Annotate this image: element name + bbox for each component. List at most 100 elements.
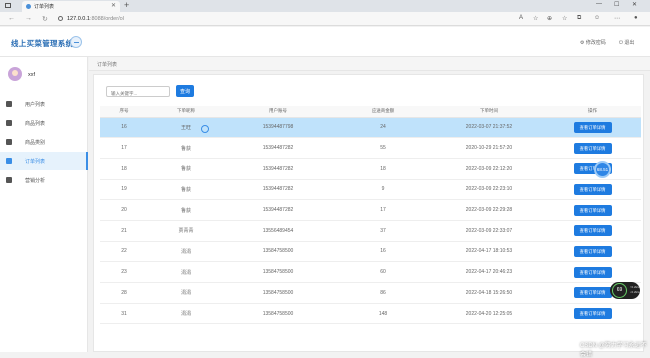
view-order-details-button[interactable]: 查看订单详情 xyxy=(573,142,612,154)
floating-badge[interactable]: 68.51 xyxy=(594,161,611,178)
view-order-details-button[interactable]: 查看订单详情 xyxy=(573,287,612,299)
table-row[interactable]: 16 王旺 15394487798 24 2022-03-07 21:37:52 查看订单… xyxy=(100,117,641,139)
read-aloud-icon[interactable]: A xyxy=(519,15,523,21)
action-cell: 查看订单详情 xyxy=(544,158,641,180)
sidebar-item-analytics[interactable]: 营销分析 xyxy=(0,171,88,189)
order-time: 2022-03-09 22:29:28 xyxy=(434,199,544,221)
order-account: 13584758500 xyxy=(224,303,332,325)
file-icon xyxy=(6,158,12,164)
order-account: 13584758500 xyxy=(224,261,332,283)
order-nickname: 涓涓 xyxy=(148,241,224,263)
collapse-menu-button[interactable] xyxy=(70,36,82,48)
sidebar: xxf 用户列表 商品列表 商品类别 订单列表 营销分析 xyxy=(0,57,88,352)
site-info-icon[interactable] xyxy=(58,16,63,21)
app-header: 线上买菜管理系统 ⚙ 修改密码 ⏻ 退出 xyxy=(0,27,650,57)
table-row[interactable]: 23 涓涓 13584758500 60 2022-04-17 20:46:23 查看订单… xyxy=(100,261,641,283)
order-index: 22 xyxy=(100,241,148,263)
favorites-icon[interactable]: ☆ xyxy=(562,15,567,22)
change-password-link[interactable]: ⚙ 修改密码 xyxy=(580,39,606,46)
sidebar-item-orders[interactable]: 订单列表 xyxy=(0,152,88,170)
header-index: 序号 xyxy=(100,106,148,118)
table-row[interactable]: 18 鲁荻 15394487282 18 2022-03-09 22:12:20 查看订单… xyxy=(100,158,641,180)
view-order-details-button[interactable]: 查看订单详情 xyxy=(573,225,612,237)
table-row[interactable]: 28 涓涓 13584758500 86 2022-04-18 15:26:50 查看订单… xyxy=(100,282,641,304)
order-account: 13556489454 xyxy=(224,220,332,242)
table-row[interactable]: 22 涓涓 13584758500 16 2022-04-17 18:10:53 查看订单… xyxy=(100,241,641,263)
order-index: 18 xyxy=(100,158,148,180)
close-window-icon[interactable]: ✕ xyxy=(632,1,637,8)
table-row[interactable]: 21 贾青青 13556489454 37 2022-03-09 22:33:07 查看订… xyxy=(100,220,641,242)
table-row[interactable]: 20 鲁荻 15394487282 17 2022-03-09 22:29:28 查看订单… xyxy=(100,199,641,221)
sidebar-item-label: 商品类别 xyxy=(25,140,46,146)
view-order-details-button[interactable]: 查看订单详情 xyxy=(573,183,612,195)
table-header-row: 序号 下单昵称 用户账号 应送商金额 下单时间 操作 xyxy=(100,106,641,118)
copilot-icon[interactable]: ● xyxy=(634,15,638,21)
order-nickname: 涓涓 xyxy=(148,261,224,283)
sidebar-item-users[interactable]: 用户列表 xyxy=(0,95,88,113)
sidebar-item-categories[interactable]: 商品类别 xyxy=(0,133,88,151)
reader-icon[interactable]: ☆ xyxy=(533,15,538,22)
back-icon[interactable]: ← xyxy=(8,15,15,22)
order-account: 15394487282 xyxy=(224,199,332,221)
order-account: 13584758500 xyxy=(224,282,332,304)
chart-icon xyxy=(6,177,12,183)
forward-icon[interactable]: → xyxy=(25,15,32,22)
order-nickname: 鲁荻 xyxy=(148,137,224,159)
order-time: 2022-04-20 12:25:05 xyxy=(434,303,544,325)
url-field[interactable]: 127.0.0.1:8088/order/ol xyxy=(67,16,124,22)
tab-favicon-icon xyxy=(26,4,31,9)
tab-actions-icon[interactable] xyxy=(5,3,11,8)
breadcrumb-bar: 订单列表 xyxy=(89,57,650,71)
sidebar-item-products[interactable]: 商品列表 xyxy=(0,114,88,132)
logout-link[interactable]: ⏻ 退出 xyxy=(619,39,634,46)
search-input[interactable] xyxy=(106,86,170,97)
table-row[interactable]: 31 涓涓 13584758500 148 2022-04-20 12:25:05 查看订… xyxy=(100,303,641,325)
extensions-icon[interactable]: ⊕ xyxy=(547,15,552,22)
table-row[interactable]: 17 鲁荻 15394487282 55 2020-10-29 21:57:20 查看订单… xyxy=(100,137,641,159)
browser-tab-bar: 订单列表 ✕ + — ☐ ✕ xyxy=(0,0,650,12)
view-order-details-button[interactable]: 查看订单详情 xyxy=(573,266,612,278)
order-account: 15394487282 xyxy=(224,137,332,159)
order-nickname: 鲁荻 xyxy=(148,179,224,201)
order-index: 20 xyxy=(100,199,148,221)
view-order-details-button[interactable]: 查看订单详情 xyxy=(573,245,612,257)
browser-tab[interactable]: 订单列表 ✕ xyxy=(22,1,120,12)
menu-icon[interactable]: ⋯ xyxy=(614,15,620,22)
header-time: 下单时间 xyxy=(434,106,544,118)
action-cell: 查看订单详情 xyxy=(544,303,641,325)
header-account: 用户账号 xyxy=(224,106,332,118)
order-time: 2022-04-17 20:46:23 xyxy=(434,261,544,283)
view-order-details-button[interactable]: 查看订单详情 xyxy=(573,204,612,216)
collections-icon[interactable]: ⧉ xyxy=(577,15,581,22)
order-time: 2022-03-07 21:37:52 xyxy=(434,117,544,139)
utensils-icon xyxy=(6,120,12,126)
order-nickname: 贾青青 xyxy=(148,220,224,242)
new-tab-icon[interactable]: + xyxy=(124,0,129,10)
maximize-icon[interactable]: ☐ xyxy=(614,1,619,8)
table-row[interactable]: 19 鲁荻 15394487282 9 2022-03-09 22:23:10 查看订单详… xyxy=(100,179,641,201)
order-index: 23 xyxy=(100,261,148,283)
order-amount: 148 xyxy=(332,303,434,325)
net-down: ↓0.2k/s xyxy=(630,289,640,294)
minimize-icon[interactable]: — xyxy=(596,1,602,7)
search-button[interactable]: 查询 xyxy=(176,85,194,97)
view-order-details-button[interactable]: 查看订单详情 xyxy=(573,121,612,133)
order-amount: 16 xyxy=(332,241,434,263)
order-index: 17 xyxy=(100,137,148,159)
order-amount: 18 xyxy=(332,158,434,180)
order-amount: 24 xyxy=(332,117,434,139)
view-order-details-button[interactable]: 查看订单详情 xyxy=(573,308,612,320)
logout-label: 退出 xyxy=(624,40,635,46)
change-password-label: 修改密码 xyxy=(585,40,606,46)
network-monitor-widget[interactable]: 69 ↑0.2k/s ↓0.2k/s xyxy=(610,282,640,299)
net-rates: ↑0.2k/s ↓0.2k/s xyxy=(630,285,640,294)
tab-title: 订单列表 xyxy=(34,4,55,10)
close-tab-icon[interactable]: ✕ xyxy=(111,2,116,9)
action-cell: 查看订单详情 xyxy=(544,117,641,139)
refresh-icon[interactable]: ↻ xyxy=(42,15,48,23)
order-index: 31 xyxy=(100,303,148,325)
sidebar-item-label: 商品列表 xyxy=(25,121,46,127)
profile-icon[interactable]: ☺ xyxy=(594,15,600,21)
order-time: 2022-04-18 15:26:50 xyxy=(434,282,544,304)
users-icon xyxy=(6,101,12,107)
